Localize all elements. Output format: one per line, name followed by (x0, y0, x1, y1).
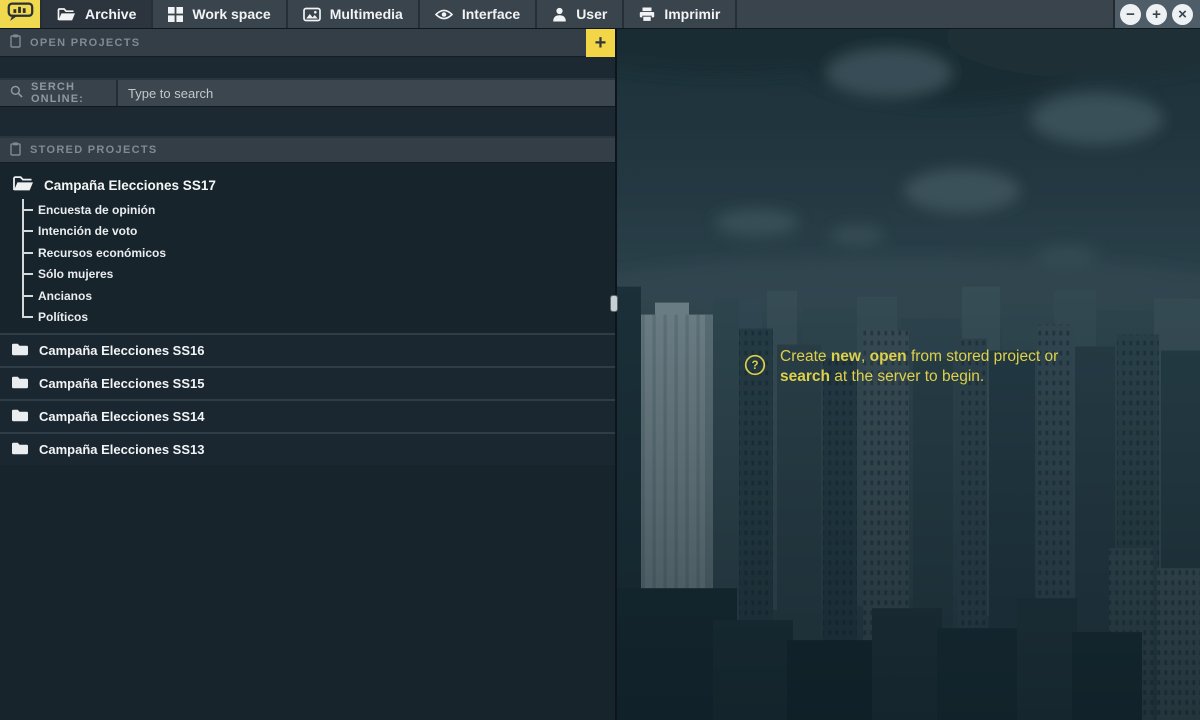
maximize-button[interactable]: + (1146, 4, 1167, 25)
folder-label: Campaña Elecciones SS16 (39, 343, 204, 358)
tree-children: Encuesta de opinión Intención de voto Re… (22, 199, 615, 328)
help-text: Create new, open from stored project or … (780, 347, 1160, 387)
stored-folder-ss14[interactable]: Campaña Elecciones SS14 (0, 399, 615, 432)
menu-label: Work space (192, 6, 270, 22)
folder-open-icon (57, 7, 76, 22)
app-logo[interactable] (0, 0, 40, 28)
tree-item[interactable]: Encuesta de opinión (22, 199, 615, 221)
clipboard-icon (10, 34, 21, 51)
minimize-button[interactable]: − (1120, 4, 1141, 25)
search-results-empty-area (0, 107, 615, 138)
open-projects-title: OPEN PROJECTS (30, 37, 140, 49)
folder-icon (11, 375, 28, 392)
tree-item[interactable]: Políticos (22, 307, 615, 329)
svg-text:?: ? (751, 360, 758, 372)
search-online-row: SERCH ONLINE: (0, 80, 615, 107)
user-icon (552, 7, 567, 22)
close-button[interactable]: × (1172, 4, 1193, 25)
grid-icon (168, 7, 183, 22)
search-input[interactable] (118, 80, 615, 106)
menu-imprimir[interactable]: Imprimir (622, 0, 735, 28)
folder-label: Campaña Elecciones SS15 (39, 376, 204, 391)
menu-workspace[interactable]: Work space (151, 0, 285, 28)
tree-item[interactable]: Ancianos (22, 285, 615, 307)
search-online-label: SERCH ONLINE: (31, 81, 116, 105)
menu-label: Interface (462, 6, 520, 22)
help-icon: ? (744, 354, 766, 381)
sidebar-empty-area (0, 465, 615, 720)
folder-label: Campaña Elecciones SS14 (39, 409, 204, 424)
getting-started-hint: ? Create new, open from stored project o… (744, 347, 1160, 387)
tree-item[interactable]: Recursos económicos (22, 242, 615, 264)
panel-resize-handle[interactable] (610, 295, 618, 312)
top-menu-bar: Archive Work space Multim (0, 0, 1200, 29)
stored-folder-ss16[interactable]: Campaña Elecciones SS16 (0, 333, 615, 366)
menu-label: User (576, 6, 607, 22)
open-projects-empty-area (0, 57, 615, 80)
image-icon (303, 7, 321, 22)
workspace-preview-panel: ? Create new, open from stored project o… (617, 29, 1200, 720)
printer-icon (639, 7, 655, 22)
projects-sidebar: OPEN PROJECTS + SERCH ONLINE: (0, 29, 617, 720)
menu-user[interactable]: User (535, 0, 622, 28)
folder-icon (11, 441, 28, 458)
eye-icon (435, 8, 453, 21)
topbar-spacer (735, 0, 1113, 28)
open-projects-header: OPEN PROJECTS + (0, 29, 615, 57)
stored-folder-ss13[interactable]: Campaña Elecciones SS13 (0, 432, 615, 465)
tree-root-label: Campaña Elecciones SS17 (44, 178, 216, 193)
menu-label: Multimedia (330, 6, 403, 22)
tree-root-campana-ss17[interactable]: Campaña Elecciones SS17 (12, 171, 615, 199)
tree-item[interactable]: Intención de voto (22, 221, 615, 243)
menu-label: Imprimir (664, 6, 720, 22)
folder-label: Campaña Elecciones SS13 (39, 442, 204, 457)
stored-projects-title: STORED PROJECTS (30, 144, 158, 156)
help-line-1: Create new, open from stored project or (780, 347, 1160, 367)
add-project-button[interactable]: + (586, 29, 615, 57)
tree-item[interactable]: Sólo mujeres (22, 264, 615, 286)
clipboard-icon (10, 142, 21, 159)
stored-folder-ss15[interactable]: Campaña Elecciones SS15 (0, 366, 615, 399)
folder-open-icon (12, 175, 34, 195)
search-online-label-area: SERCH ONLINE: (0, 80, 118, 106)
stored-projects-header: STORED PROJECTS (0, 138, 615, 163)
content-area: OPEN PROJECTS + SERCH ONLINE: (0, 29, 1200, 720)
menu-interface[interactable]: Interface (418, 0, 535, 28)
menu-label: Archive (85, 6, 136, 22)
application-window: Archive Work space Multim (0, 0, 1200, 720)
search-icon (10, 85, 23, 101)
chat-stats-logo-icon (5, 0, 35, 29)
folder-icon (11, 342, 28, 359)
menu-archive[interactable]: Archive (40, 0, 151, 28)
help-line-2: search at the server to begin. (780, 367, 1160, 387)
project-tree: Campaña Elecciones SS17 Encuesta de opin… (0, 163, 615, 333)
folder-icon (11, 408, 28, 425)
window-controls: − + × (1113, 0, 1200, 28)
menu-multimedia[interactable]: Multimedia (286, 0, 418, 28)
